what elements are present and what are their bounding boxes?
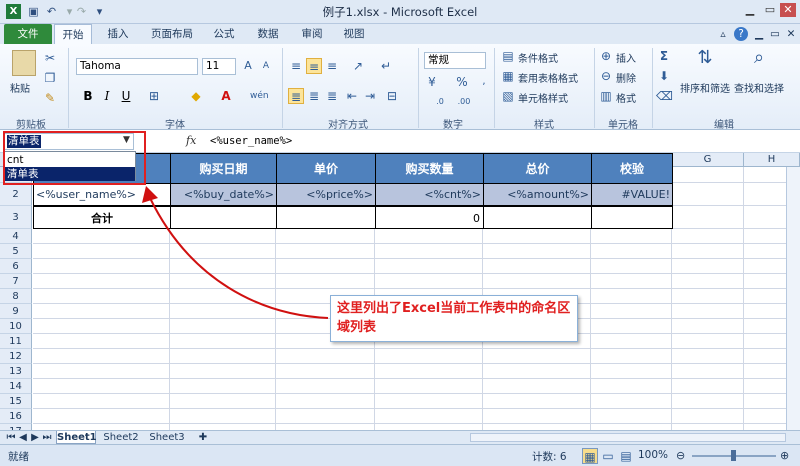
annotation-arrow xyxy=(142,186,329,319)
highlight-frame xyxy=(3,131,146,185)
annotation-callout: 这里列出了Excel当前工作表中的命名区域列表 xyxy=(330,295,578,342)
